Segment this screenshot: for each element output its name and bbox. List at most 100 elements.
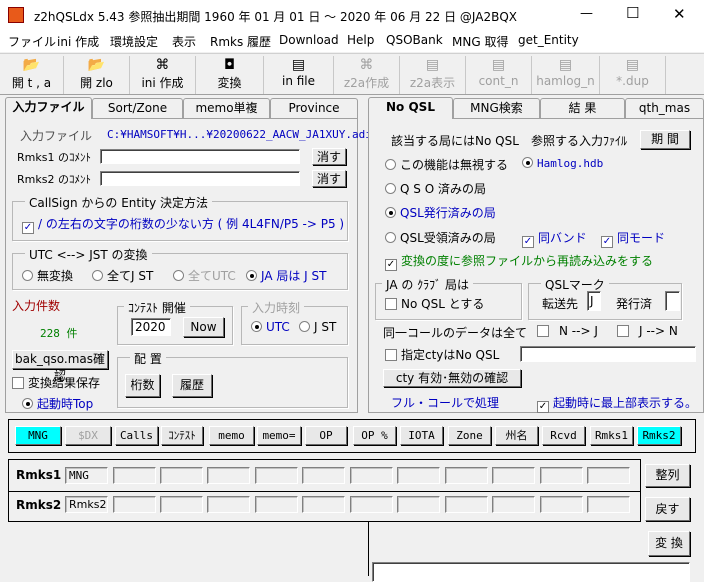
menu-item[interactable]: QSOBank — [386, 33, 443, 47]
reload-checkbox[interactable]: ✓ 変換の度に参照ファイルから再読み込みをする — [385, 252, 653, 271]
rmks1-comment-input[interactable] — [100, 149, 300, 164]
field-button[interactable]: Rmks2 — [637, 426, 681, 445]
utc-radio-none[interactable]: 無変換 — [22, 267, 73, 284]
convert-button[interactable]: 変 換 — [648, 531, 690, 556]
tab-0[interactable]: 入力ファイル — [5, 97, 92, 119]
field-button[interactable]: OP % — [353, 426, 396, 445]
j-to-n-checkbox[interactable]: J --> N — [617, 324, 678, 338]
toolbar-button[interactable]: ▤ z2a表示 — [400, 56, 466, 94]
tab-0[interactable]: No QSL — [368, 97, 453, 119]
rmks-slot[interactable] — [113, 467, 156, 484]
menu-item[interactable]: get_Entity — [518, 33, 579, 47]
rmks-slot[interactable] — [302, 496, 345, 513]
rmks-slot[interactable] — [255, 496, 298, 513]
tab-3[interactable]: Province — [270, 98, 358, 118]
field-button[interactable]: memo= — [257, 426, 301, 445]
tab-2[interactable]: memo単複 — [183, 98, 270, 118]
cty-noqsl-checkbox[interactable]: 指定ctyはNo QSL — [385, 346, 499, 363]
startup-top-radio[interactable]: 起動時Top — [22, 395, 93, 412]
field-button[interactable]: $DX — [65, 426, 111, 445]
rmks-slot[interactable] — [540, 467, 583, 484]
history-button[interactable]: 履歴 — [172, 374, 212, 397]
rmks2-clear-button[interactable]: 消す — [312, 170, 346, 187]
menu-item[interactable]: Rmks 履歴 — [210, 33, 271, 50]
toolbar-button[interactable]: ▤ cont_n — [466, 56, 532, 94]
tab-1[interactable]: Sort/Zone — [92, 98, 183, 118]
ja-club-noqsl-checkbox[interactable]: No QSL とする — [385, 295, 484, 312]
field-button[interactable]: IOTA — [400, 426, 443, 445]
utc-radio-ja-jst[interactable]: JA 局は J ST — [246, 267, 326, 284]
rmks-slot[interactable]: MNG — [65, 467, 108, 484]
n-to-j-checkbox[interactable]: N --> J — [537, 324, 598, 338]
rmks-slot[interactable] — [397, 467, 440, 484]
rmks-slot[interactable] — [302, 467, 345, 484]
rmks-slot[interactable]: Rmks2 — [65, 496, 108, 513]
issued-input[interactable] — [665, 291, 680, 311]
toolbar-button[interactable]: ▤ in file — [264, 56, 334, 94]
menu-item[interactable]: ini 作成 — [57, 33, 99, 50]
utc-radio-all-jst[interactable]: 全てJ ST — [92, 267, 153, 284]
rmks-slot[interactable] — [207, 496, 250, 513]
menu-item[interactable]: MNG 取得 — [452, 33, 508, 50]
menu-item[interactable]: ファイル — [8, 33, 56, 50]
minimize-button[interactable]: — — [580, 6, 593, 21]
radio-qso-done[interactable]: Q S O 済みの局 — [385, 180, 486, 197]
rmks-slot[interactable] — [160, 467, 203, 484]
toolbar-button[interactable]: ⌘ z2a作成 — [334, 56, 400, 94]
entity-shortest-checkbox[interactable]: ✓ / の左右の文字の桁数の少ない方 ( 例 4L4FN/P5 -> P5 ) — [22, 215, 344, 234]
rmks-slot[interactable] — [540, 496, 583, 513]
menu-item[interactable]: Download — [279, 33, 339, 47]
period-button[interactable]: 期 間 — [640, 130, 690, 149]
now-button[interactable]: Now — [183, 317, 224, 337]
forward-input[interactable]: J — [587, 291, 601, 311]
contest-year-input[interactable]: 2020 — [131, 318, 171, 336]
startup-top-checkbox[interactable]: ✓ 起動時に最上部表示する。 — [537, 394, 697, 413]
rmks-slot[interactable] — [113, 496, 156, 513]
close-button[interactable]: ✕ — [673, 5, 686, 23]
field-button[interactable]: memo — [209, 426, 254, 445]
field-button[interactable]: Rcvd — [542, 426, 585, 445]
toolbar-button[interactable]: 📂 開 zlo — [64, 56, 130, 94]
rmks-slot[interactable] — [445, 467, 488, 484]
radio-hamlog[interactable]: Hamlog.hdb — [522, 157, 603, 170]
field-button[interactable]: 州名 — [495, 426, 538, 445]
toolbar-button[interactable]: ⌘ ini 作成 — [130, 56, 196, 94]
rmks-slot[interactable] — [207, 467, 250, 484]
time-radio-jst[interactable]: J ST — [299, 320, 336, 334]
restore-button[interactable]: 戻す — [645, 497, 690, 521]
toolbar-button[interactable]: ◘ 変換 — [196, 56, 264, 94]
toolbar-button[interactable]: ▤ *.dup — [600, 56, 666, 94]
rmks-slot[interactable] — [397, 496, 440, 513]
radio-qsl-issued[interactable]: QSL発行済みの局 — [385, 204, 496, 221]
radio-ignore[interactable]: この機能は無視する — [385, 156, 508, 173]
rmks-slot[interactable] — [492, 467, 535, 484]
sort-button[interactable]: 整列 — [645, 464, 690, 487]
field-button[interactable]: Rmks1 — [590, 426, 633, 445]
field-button[interactable]: OP — [305, 426, 347, 445]
save-result-checkbox[interactable]: 変換結果保存 — [12, 374, 100, 391]
rmks-slot[interactable] — [492, 496, 535, 513]
radio-qsl-received[interactable]: QSL受領済みの局 — [385, 229, 496, 246]
menu-item[interactable]: 表示 — [172, 33, 196, 50]
rmks-slot[interactable] — [587, 496, 630, 513]
utc-radio-all-utc[interactable]: 全てUTC — [173, 267, 236, 284]
tab-3[interactable]: qth_mas — [625, 98, 704, 118]
menu-item[interactable]: 環境設定 — [110, 33, 158, 50]
bak-qso-check-button[interactable]: bak_qso.mas確認 — [12, 350, 108, 383]
tab-1[interactable]: MNG検索 — [453, 98, 540, 118]
cty-check-button[interactable]: cty 有効･無効の確認 — [383, 369, 521, 387]
same-band-checkbox[interactable]: ✓ 同バンド — [522, 229, 587, 248]
toolbar-button[interactable]: 📂 開 t , a — [0, 56, 64, 94]
field-button[interactable]: Zone — [448, 426, 491, 445]
same-mode-checkbox[interactable]: ✓ 同モード — [601, 229, 665, 248]
field-button[interactable]: MNG — [15, 426, 61, 445]
time-radio-utc[interactable]: UTC — [251, 320, 290, 334]
rmks-slot[interactable] — [350, 467, 393, 484]
rmks-slot[interactable] — [160, 496, 203, 513]
menu-item[interactable]: Help — [347, 33, 374, 47]
field-button[interactable]: Calls — [115, 426, 158, 445]
rmks-slot[interactable] — [445, 496, 488, 513]
digits-button[interactable]: 桁数 — [125, 374, 160, 397]
tab-2[interactable]: 結 果 — [540, 98, 625, 118]
rmks-slot[interactable] — [350, 496, 393, 513]
